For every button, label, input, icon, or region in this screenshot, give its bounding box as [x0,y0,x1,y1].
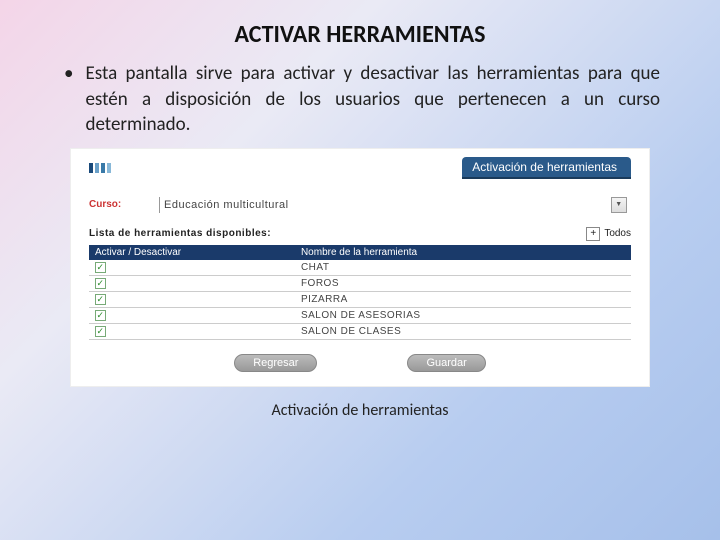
slide-title: ACTIVAR HERRAMIENTAS [60,20,660,49]
select-all-checkbox[interactable]: + [586,227,600,241]
logo-stripes [89,163,113,173]
tools-table: Activar / Desactivar Nombre de la herram… [89,245,631,340]
checkbox[interactable]: ✓ [95,294,106,305]
curso-label: Curso: [89,199,159,210]
curso-select[interactable]: Educación multicultural ▼ [159,197,631,213]
bullet-item: • Esta pantalla sirve para activar y des… [60,61,660,138]
todos-label: Todos [604,228,631,239]
figure-caption: Activación de herramientas [60,401,660,420]
table-row: ✓ CHAT [89,260,631,276]
tool-name: SALON DE CLASES [295,323,631,339]
table-row: ✓ SALON DE CLASES [89,323,631,339]
tool-name: PIZARRA [295,291,631,307]
tool-name: FOROS [295,275,631,291]
checkbox[interactable]: ✓ [95,262,106,273]
tool-name: SALON DE ASESORIAS [295,307,631,323]
bullet-marker: • [64,61,73,87]
back-button[interactable]: Regresar [234,354,317,372]
checkbox[interactable]: ✓ [95,326,106,337]
section-tab: Activación de herramientas [462,157,631,179]
table-row: ✓ SALON DE ASESORIAS [89,307,631,323]
checkbox[interactable]: ✓ [95,310,106,321]
table-row: ✓ PIZARRA [89,291,631,307]
checkbox[interactable]: ✓ [95,278,106,289]
curso-value: Educación multicultural [164,199,289,211]
save-button[interactable]: Guardar [407,354,485,372]
lista-label: Lista de herramientas disponibles: [89,228,271,239]
embedded-screenshot: Activación de herramientas Curso: Educac… [70,148,650,387]
table-row: ✓ FOROS [89,275,631,291]
tool-name: CHAT [295,260,631,276]
table-header-activar: Activar / Desactivar [89,245,295,260]
chevron-down-icon[interactable]: ▼ [611,197,627,213]
table-header-nombre: Nombre de la herramienta [295,245,631,260]
bullet-text: Esta pantalla sirve para activar y desac… [85,61,660,138]
